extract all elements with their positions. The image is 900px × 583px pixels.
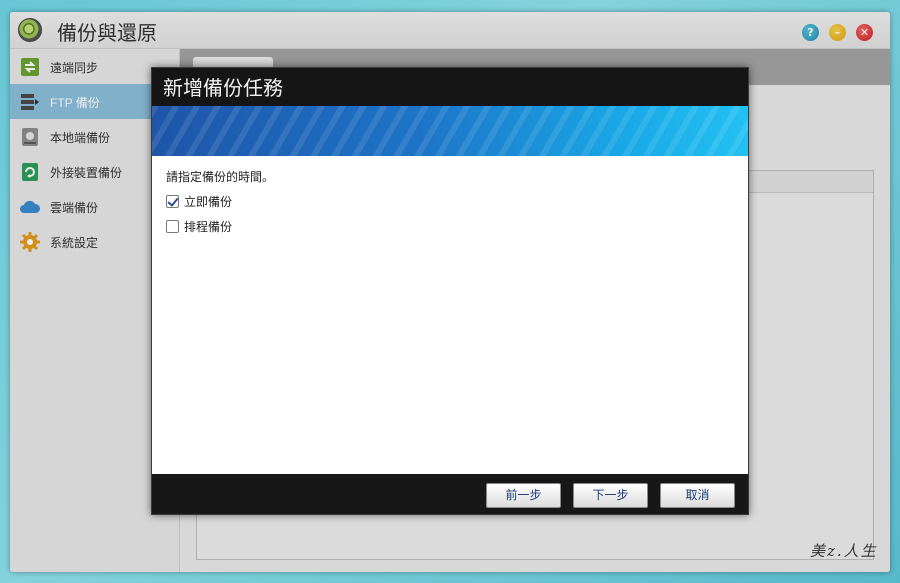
scheduled-backup-checkbox[interactable] <box>166 219 179 233</box>
dialog-title: 新增備份任務 <box>152 68 748 106</box>
backup-now-checkbox[interactable] <box>166 194 179 208</box>
backup-now-label[interactable]: 立即備份 <box>184 193 232 210</box>
next-button[interactable]: 下一步 <box>573 483 648 508</box>
back-button[interactable]: 前一步 <box>486 483 561 508</box>
new-backup-task-dialog: 新增備份任務 請指定備份的時間。 立即備份 排程備份 前一步 下一步 取消 <box>151 67 749 515</box>
option-scheduled-backup[interactable]: 排程備份 <box>166 218 232 234</box>
watermark: 美z.人生 <box>810 542 878 560</box>
dialog-footer: 前一步 下一步 取消 <box>152 474 748 514</box>
dialog-prompt: 請指定備份的時間。 <box>166 170 275 184</box>
dialog-body: 請指定備份的時間。 立即備份 排程備份 <box>152 156 748 474</box>
scheduled-backup-label[interactable]: 排程備份 <box>184 218 232 235</box>
option-backup-now[interactable]: 立即備份 <box>166 193 232 209</box>
cancel-button[interactable]: 取消 <box>660 483 735 508</box>
dialog-banner <box>152 106 748 156</box>
